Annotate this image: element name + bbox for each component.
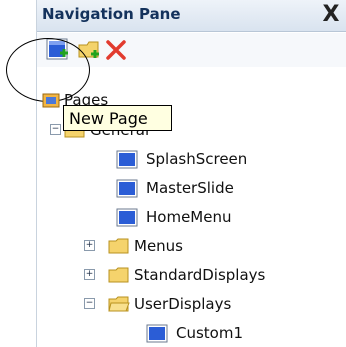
- collapse-expander[interactable]: −: [84, 298, 95, 309]
- collapse-expander[interactable]: −: [50, 124, 61, 135]
- new-page-button[interactable]: [45, 37, 71, 63]
- folder-open-icon: [108, 296, 130, 312]
- new-folder-icon: [78, 41, 99, 58]
- new-page-tooltip: New Page: [63, 105, 172, 131]
- page-icon: [146, 324, 168, 343]
- pane-title: Navigation Pane: [42, 5, 181, 23]
- tree-item-label: UserDisplays: [134, 295, 232, 313]
- delete-x-icon: [106, 40, 126, 60]
- expand-expander[interactable]: +: [84, 269, 95, 280]
- new-page-icon: [46, 38, 68, 60]
- delete-button[interactable]: [103, 37, 129, 63]
- tree-item-label: Custom1: [176, 324, 244, 342]
- page-icon: [116, 179, 138, 198]
- page-icon: [116, 208, 138, 227]
- tree-item-label: SplashScreen: [146, 150, 248, 168]
- pages-root-icon: [42, 93, 60, 108]
- tree-item-label: StandardDisplays: [134, 266, 266, 284]
- new-folder-button[interactable]: [77, 37, 103, 63]
- tree-item-label: Menus: [134, 237, 183, 255]
- folder-icon: [108, 267, 129, 283]
- tree-item-label: HomeMenu: [146, 208, 232, 226]
- close-button[interactable]: X: [318, 1, 344, 29]
- pane-title-bar: Navigation Pane X: [37, 0, 346, 32]
- folder-icon: [108, 238, 129, 254]
- page-icon: [116, 150, 138, 169]
- expand-expander[interactable]: +: [84, 240, 95, 251]
- pane-toolbar: [37, 33, 346, 67]
- tree-item-label: MasterSlide: [146, 179, 234, 197]
